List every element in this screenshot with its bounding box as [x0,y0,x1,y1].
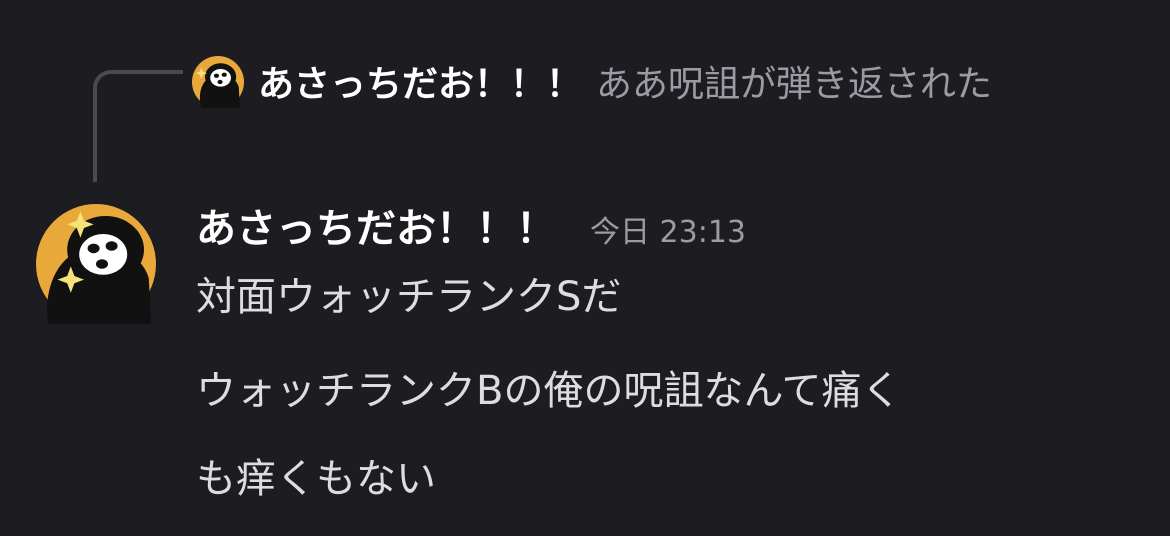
reply-preview[interactable]: あさっちだお！！！ ああ呪詛が弾き返された [192,46,1122,124]
reply-connector-line [93,70,183,182]
reply-message-text[interactable]: ああ呪詛が弾き返された [596,64,992,105]
message-line: ウォッチランクBの俺の呪詛なんて痛く [196,368,902,414]
message-header: あさっちだお！！！ 今日 23:13 [196,196,746,260]
message-line: も痒くもない [196,456,436,502]
message-line: 対面ウォッチランクSだ [196,274,622,320]
author-name[interactable]: あさっちだお！！！ [196,196,556,254]
reply-avatar-icon[interactable] [192,56,244,108]
user-avatar-icon[interactable] [36,204,156,324]
reply-author-name[interactable]: あさっちだお！！！ [258,64,582,105]
message-timestamp[interactable]: 今日 23:13 [590,207,746,251]
chat-view: あさっちだお！！！ ああ呪詛が弾き返された あさっちだお！！！ 今日 23:13 … [0,0,1170,536]
